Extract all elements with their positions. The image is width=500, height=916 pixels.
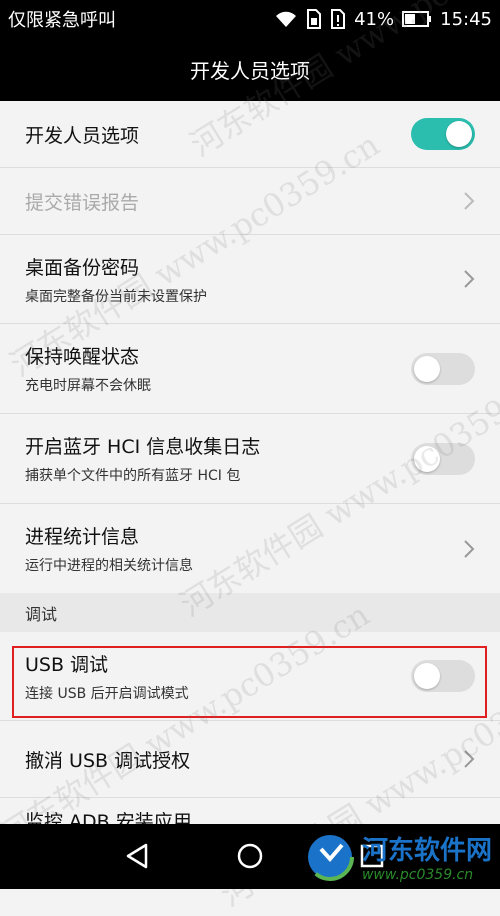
section-header-debug: 调试	[0, 593, 500, 632]
process-stats-row[interactable]: 进程统计信息 运行中进程的相关统计信息	[0, 504, 500, 593]
process-stats-label: 进程统计信息	[25, 526, 140, 548]
usb-debugging-summary: 连接 USB 后开启调试模式	[25, 685, 189, 702]
sim-card-icon	[307, 9, 322, 29]
clock: 15:45	[440, 8, 492, 30]
section-debug-label: 调试	[25, 604, 58, 624]
settings-list[interactable]: 开发人员选项 提交错误报告 桌面备份密码 桌面完整备份当前未设置保护 保持唤醒状…	[0, 101, 500, 824]
chevron-right-icon	[464, 750, 475, 768]
toggle-knob	[446, 121, 472, 147]
home-icon	[237, 843, 263, 869]
usb-debugging-label: USB 调试	[25, 653, 109, 676]
revoke-usb-label: 撤消 USB 调试授权	[25, 749, 191, 772]
chevron-right-icon	[464, 270, 475, 288]
back-icon	[126, 843, 148, 869]
battery-icon	[402, 11, 432, 27]
status-bar: 仅限紧急呼叫 41% 15:45	[0, 0, 500, 38]
divider	[0, 797, 500, 798]
bug-report-label: 提交错误报告	[25, 191, 140, 214]
usb-debugging-row[interactable]: USB 调试 连接 USB 后开启调试模式	[0, 632, 500, 720]
navigation-bar: 河东软件网 www.pc0359.cn	[0, 824, 500, 889]
page-title: 开发人员选项	[190, 59, 310, 83]
sim-card-2-icon	[331, 9, 346, 29]
backup-password-label: 桌面备份密码	[25, 256, 140, 279]
stay-awake-row[interactable]: 保持唤醒状态 充电时屏幕不会休眠	[0, 324, 500, 413]
process-stats-summary: 运行中进程的相关统计信息	[25, 558, 193, 574]
wifi-icon	[276, 11, 297, 27]
bt-hci-log-toggle[interactable]	[411, 442, 475, 475]
chevron-right-icon	[464, 192, 475, 210]
battery-percent: 41%	[354, 8, 395, 30]
toggle-knob	[414, 663, 440, 689]
developer-options-label: 开发人员选项	[25, 124, 140, 147]
stay-awake-label: 保持唤醒状态	[25, 346, 140, 368]
brand-name: 河东软件网	[361, 836, 492, 866]
carrier-text: 仅限紧急呼叫	[8, 10, 116, 31]
stay-awake-toggle[interactable]	[411, 352, 475, 385]
backup-password-summary: 桌面完整备份当前未设置保护	[25, 288, 207, 305]
back-button[interactable]	[124, 842, 150, 870]
adb-install-row[interactable]: 监控 ADB 安装应用	[0, 807, 500, 824]
brand-url: www.pc0359.cn	[361, 867, 474, 883]
chevron-right-icon	[464, 539, 475, 558]
backup-password-row[interactable]: 桌面备份密码 桌面完整备份当前未设置保护	[0, 235, 500, 323]
home-button[interactable]	[236, 842, 264, 870]
bt-hci-log-label: 开启蓝牙 HCI 信息收集日志	[25, 436, 261, 458]
bt-hci-log-row[interactable]: 开启蓝牙 HCI 信息收集日志 捕获单个文件中的所有蓝牙 HCI 包	[0, 414, 500, 503]
brand-logo-icon	[305, 832, 354, 881]
adb-install-label: 监控 ADB 安装应用	[25, 811, 192, 824]
developer-options-toggle[interactable]	[411, 118, 475, 150]
bt-hci-log-summary: 捕获单个文件中的所有蓝牙 HCI 包	[25, 468, 241, 484]
stay-awake-summary: 充电时屏幕不会休眠	[25, 378, 151, 394]
developer-options-row[interactable]: 开发人员选项	[0, 101, 500, 167]
revoke-usb-row[interactable]: 撤消 USB 调试授权	[0, 721, 500, 797]
bug-report-row: 提交错误报告	[0, 168, 500, 234]
brand-watermark: 河东软件网 www.pc0359.cn	[304, 830, 492, 883]
title-bar: 开发人员选项	[0, 38, 500, 101]
toggle-knob	[414, 445, 440, 472]
toggle-knob	[414, 355, 440, 382]
usb-debugging-toggle[interactable]	[411, 660, 475, 692]
